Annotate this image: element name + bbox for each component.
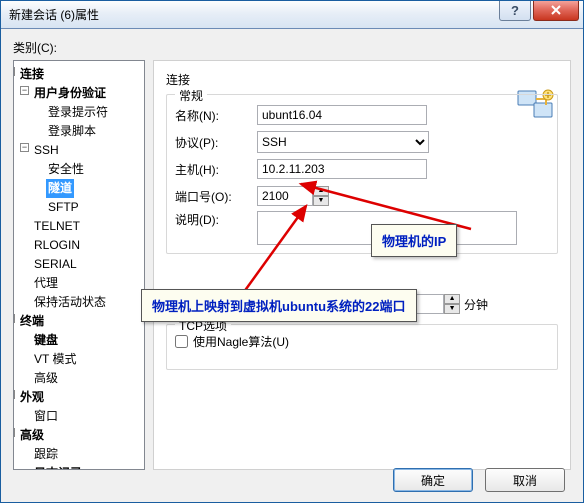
panel-title: 连接 — [166, 71, 558, 88]
tree-window[interactable]: 窗口 — [32, 407, 60, 426]
host-input[interactable] — [257, 159, 427, 179]
expand-icon[interactable]: − — [13, 390, 15, 399]
protocol-label: 协议(P): — [175, 134, 257, 151]
dialog-buttons: 确定 取消 — [1, 468, 583, 492]
window-buttons: ? — [497, 1, 579, 23]
tree-advanced2[interactable]: 高级 — [18, 426, 46, 445]
spin-down-icon[interactable]: ▼ — [444, 304, 460, 314]
close-button[interactable] — [533, 1, 579, 21]
general-legend: 常规 — [175, 87, 207, 104]
tree-terminal[interactable]: 终端 — [18, 312, 46, 331]
spin-up-icon[interactable]: ▲ — [444, 294, 460, 304]
tree-serial[interactable]: SERIAL — [32, 255, 79, 274]
category-tree[interactable]: −连接 −用户身份验证 登录提示符 登录脚本 −SSH 安全性 — [13, 60, 145, 470]
min-unit: 分钟 — [464, 296, 488, 313]
tcp-group: TCP选项 使用Nagle算法(U) — [166, 324, 558, 370]
tree-vtmode[interactable]: VT 模式 — [32, 350, 78, 369]
dialog-window: 新建会话 (6)属性 ? 类别(C): −连接 −用户身份验证 登录提示符 — [0, 0, 584, 503]
tree-advanced[interactable]: 高级 — [32, 369, 60, 388]
expand-icon[interactable]: − — [13, 428, 15, 437]
tree-appearance[interactable]: 外观 — [18, 388, 46, 407]
expand-icon[interactable]: − — [13, 314, 15, 323]
help-button[interactable]: ? — [499, 1, 531, 21]
ip-annotation: 物理机的IP — [371, 224, 457, 257]
client-area: 类别(C): −连接 −用户身份验证 登录提示符 登录脚本 −SSH — [1, 29, 583, 502]
tree-telnet[interactable]: TELNET — [32, 217, 82, 236]
arrow-icon — [231, 201, 321, 301]
nagle-label: 使用Nagle算法(U) — [193, 333, 289, 350]
tree-ssh[interactable]: SSH — [32, 141, 61, 160]
close-icon — [550, 5, 562, 15]
expand-icon[interactable]: − — [13, 67, 15, 76]
tree-trace[interactable]: 跟踪 — [32, 445, 60, 464]
port-annotation: 物理机上映射到虚拟机ubuntu系统的22端口 — [141, 289, 417, 322]
nagle-checkbox[interactable]: 使用Nagle算法(U) — [175, 333, 549, 350]
expand-icon[interactable]: − — [20, 86, 29, 95]
name-input[interactable] — [257, 105, 427, 125]
host-label: 主机(H): — [175, 161, 257, 178]
expand-icon[interactable]: − — [20, 143, 29, 152]
tree-security[interactable]: 安全性 — [46, 160, 86, 179]
nagle-input[interactable] — [175, 335, 188, 348]
tree-connection[interactable]: 连接 — [18, 65, 46, 84]
tree-login-prompt[interactable]: 登录提示符 — [46, 103, 110, 122]
tree-login-script[interactable]: 登录脚本 — [46, 122, 98, 141]
category-label: 类别(C): — [13, 39, 571, 56]
window-title: 新建会话 (6)属性 — [9, 6, 497, 23]
protocol-select[interactable]: SSH — [257, 131, 429, 153]
tree-sftp[interactable]: SFTP — [46, 198, 81, 217]
tree-proxy[interactable]: 代理 — [32, 274, 60, 293]
titlebar: 新建会话 (6)属性 ? — [1, 1, 583, 29]
settings-panel: 连接 常规 名称(N): — [153, 60, 571, 470]
cancel-button[interactable]: 取消 — [485, 468, 565, 492]
tree-rlogin[interactable]: RLOGIN — [32, 236, 82, 255]
name-label: 名称(N): — [175, 107, 257, 124]
tree-keyboard[interactable]: 键盘 — [32, 331, 60, 350]
tree-auth[interactable]: 用户身份验证 — [32, 84, 108, 103]
ok-button[interactable]: 确定 — [393, 468, 473, 492]
tree-keepalive[interactable]: 保持活动状态 — [32, 293, 108, 312]
tree-tunnel[interactable]: 隧道 — [46, 179, 74, 198]
